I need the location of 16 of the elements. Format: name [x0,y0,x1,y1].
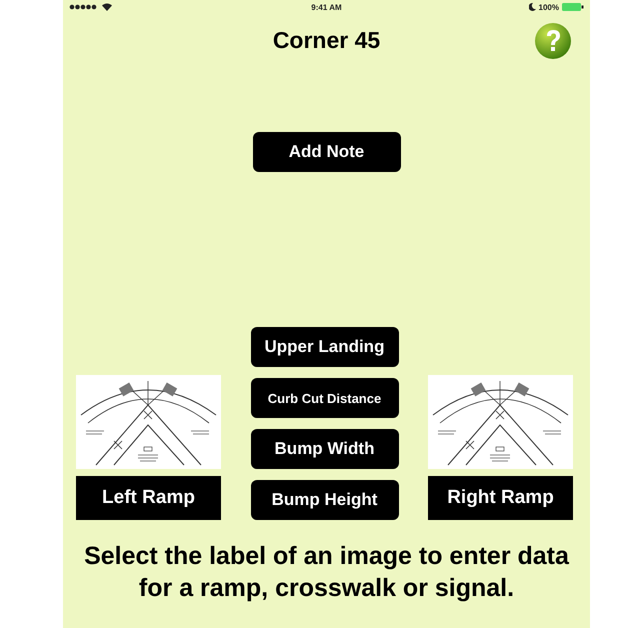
moon-icon [528,3,536,11]
battery-percent: 100% [538,2,559,12]
measurement-button[interactable]: Bump Height [250,480,398,520]
ramp-label-button[interactable]: Right Ramp [428,476,573,520]
battery-icon [562,3,584,11]
wifi-icon [102,3,112,11]
measurement-button[interactable]: Upper Landing [250,327,398,367]
signal-icon [69,4,99,10]
measurement-button[interactable]: Bump Width [250,429,398,469]
screen-title: Corner 45 [272,26,380,54]
ramp-label-button[interactable]: Left Ramp [76,476,221,520]
help-icon[interactable] [534,22,572,60]
measurement-button[interactable]: Curb Cut Distance [250,378,398,418]
instruction-text: Select the label of an image to enter data for a ramp, crosswalk or signal. [83,541,570,604]
status-time: 9:41 AM [311,2,342,12]
add-note-button[interactable]: Add Note [252,132,400,172]
